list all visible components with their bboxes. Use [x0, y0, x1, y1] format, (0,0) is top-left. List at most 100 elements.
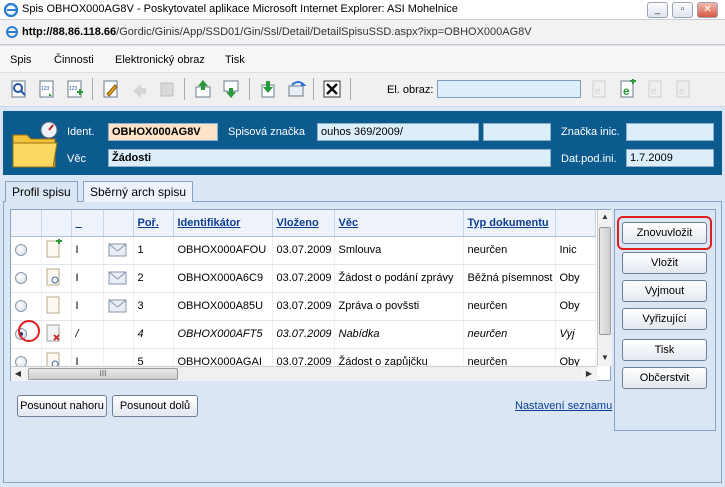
- e-document-add-icon[interactable]: e: [617, 79, 637, 99]
- document-removed-icon: [46, 324, 60, 341]
- column-header-vlozeno[interactable]: Vloženo: [272, 210, 335, 237]
- row-identifikator: OBHOX000A6C9: [173, 264, 273, 293]
- folder-icon: [12, 121, 58, 168]
- row-mark: I: [71, 292, 104, 321]
- scroll-left-arrow-icon[interactable]: ◀: [11, 367, 25, 381]
- row-vec: Zpráva o povšsti: [334, 292, 464, 321]
- ident-field: OBHOX000AG8V: [108, 123, 218, 141]
- numbering-add-icon[interactable]: 123: [65, 79, 85, 99]
- window-title: Spis OBHOX000AG8V - Poskytovatel aplikac…: [22, 3, 458, 15]
- table-row[interactable]: I 3 OBHOX000A85U 03.07.2009 Zpráva o pov…: [11, 292, 596, 321]
- column-header-vec[interactable]: Věc: [334, 210, 464, 237]
- svg-text:123: 123: [41, 86, 50, 92]
- znacka-inic-label: Značka inic.: [561, 126, 620, 138]
- table-row-selected[interactable]: / 4 OBHOX000AFT5 03.07.2009 Nabídka neur…: [11, 320, 596, 349]
- row-vec: Žádost o podání zprávy: [334, 264, 464, 293]
- row-poradi: 2: [133, 264, 174, 293]
- move-down-icon[interactable]: [221, 79, 241, 99]
- cancel-icon[interactable]: [322, 79, 342, 99]
- row-typ: Běžná písemnost: [463, 264, 556, 293]
- envelope-icon: [108, 271, 126, 284]
- toolbar-separator: [313, 78, 314, 100]
- column-header-extra: [555, 210, 596, 237]
- row-select-radio[interactable]: [15, 244, 27, 257]
- obcerstvit-button[interactable]: Občerstvit: [622, 367, 707, 389]
- column-header-poradi[interactable]: Poř.: [133, 210, 174, 237]
- e-document-delete-disabled-icon: e: [676, 80, 690, 98]
- row-vec: Nabídka: [334, 320, 464, 349]
- row-poradi: 4: [133, 320, 174, 349]
- column-header-mark[interactable]: _: [71, 210, 104, 237]
- znacka-inic-field: [626, 123, 714, 141]
- el-obraz-label: El. obraz:: [387, 84, 434, 96]
- e-document-copy-disabled-icon: e: [648, 80, 662, 98]
- move-up-button[interactable]: Posunout nahoru: [17, 395, 107, 417]
- close-button[interactable]: ✕: [697, 2, 718, 18]
- vec-label: Věc: [67, 153, 86, 165]
- svg-text:e: e: [623, 84, 630, 98]
- column-header-select: [11, 210, 42, 237]
- scroll-down-arrow-icon[interactable]: ▼: [598, 351, 612, 365]
- row-poradi: 3: [133, 292, 174, 321]
- row-extra: Vyj: [555, 320, 596, 349]
- spisova-znacka-label: Spisová značka: [228, 126, 306, 138]
- menu-tisk[interactable]: Tisk: [225, 54, 245, 66]
- column-header-typ-dokumentu[interactable]: Typ dokumentu: [463, 210, 556, 237]
- address-bar[interactable]: http://88.86.118.66/Gordic/Ginis/App/SSD…: [0, 20, 725, 45]
- scroll-right-arrow-icon[interactable]: ▶: [582, 367, 596, 381]
- dat-pod-ini-label: Dat.pod.ini.: [561, 153, 617, 165]
- table-row[interactable]: I 1 OBHOX000AFOU 03.07.2009 Smlouva neur…: [11, 236, 596, 265]
- table-header-row: _ Poř. Identifikátor Vloženo Věc Typ dok…: [11, 210, 596, 237]
- horizontal-scroll-thumb[interactable]: III: [28, 368, 178, 380]
- el-obraz-input[interactable]: [437, 80, 581, 98]
- dat-pod-ini-field: 1.7.2009: [626, 149, 714, 167]
- vlozit-button[interactable]: Vložit: [622, 252, 707, 274]
- svg-text:e: e: [595, 86, 601, 97]
- internet-explorer-icon: [4, 3, 18, 17]
- tab-profil-spisu[interactable]: Profil spisu: [5, 181, 78, 202]
- documents-grid: _ Poř. Identifikátor Vloženo Věc Typ dok…: [10, 209, 611, 381]
- move-up-icon[interactable]: [193, 79, 213, 99]
- vertical-scroll-thumb[interactable]: [599, 227, 611, 335]
- row-identifikator: OBHOX000AFOU: [173, 236, 273, 265]
- horizontal-scrollbar[interactable]: ◀ III ▶: [11, 366, 597, 381]
- insert-icon[interactable]: [258, 79, 278, 99]
- row-typ: neurčen: [463, 292, 556, 321]
- row-vec: Smlouva: [334, 236, 464, 265]
- row-select-radio[interactable]: [15, 300, 27, 313]
- copy-disabled-icon: [160, 82, 174, 97]
- tab-sberny-arch-spisu[interactable]: Sběrný arch spisu: [83, 181, 194, 202]
- preview-icon[interactable]: [9, 79, 29, 99]
- forward-disabled-icon: [133, 84, 146, 98]
- toolbar-separator: [92, 78, 93, 100]
- menu-elektronicky-obraz[interactable]: Elektronický obraz: [115, 54, 205, 66]
- vyjmout-button[interactable]: Vyjmout: [622, 280, 707, 302]
- vyrizujici-button[interactable]: Vyřizující: [622, 308, 707, 330]
- numbering-icon[interactable]: 123: [37, 79, 57, 99]
- spisova-znacka-extra-field: [483, 123, 551, 141]
- column-header-type-icon: [41, 210, 72, 237]
- list-settings-link[interactable]: Nastavení seznamu: [515, 400, 612, 412]
- move-down-button[interactable]: Posunout dolů: [112, 395, 198, 417]
- row-mark: /: [71, 320, 104, 349]
- znovuvlozit-button[interactable]: Znovuvložit: [622, 222, 707, 244]
- send-icon[interactable]: [286, 79, 306, 99]
- minimize-button[interactable]: _: [647, 2, 668, 18]
- column-header-identifikator[interactable]: Identifikátor: [173, 210, 273, 237]
- tisk-button[interactable]: Tisk: [622, 339, 707, 361]
- table-row[interactable]: I 2 OBHOX000A6C9 03.07.2009 Žádost o pod…: [11, 264, 596, 293]
- toolbar-separator: [350, 78, 351, 100]
- svg-text:123: 123: [69, 86, 78, 92]
- restore-button[interactable]: ▫: [672, 2, 693, 18]
- scroll-up-arrow-icon[interactable]: ▲: [598, 210, 612, 224]
- menu-spis[interactable]: Spis: [10, 54, 31, 66]
- row-vlozeno: 03.07.2009: [272, 292, 335, 321]
- row-identifikator: OBHOX000AFT5: [173, 320, 273, 349]
- menu-cinnosti[interactable]: Činnosti: [54, 54, 94, 66]
- vec-field: Žádosti: [108, 149, 551, 167]
- address-url[interactable]: http://88.86.118.66/Gordic/Ginis/App/SSD…: [22, 26, 532, 38]
- vertical-scrollbar[interactable]: ▲ ▼: [597, 210, 612, 366]
- edit-icon[interactable]: [101, 79, 121, 99]
- row-extra: Oby: [555, 264, 596, 293]
- row-select-radio[interactable]: [15, 272, 27, 285]
